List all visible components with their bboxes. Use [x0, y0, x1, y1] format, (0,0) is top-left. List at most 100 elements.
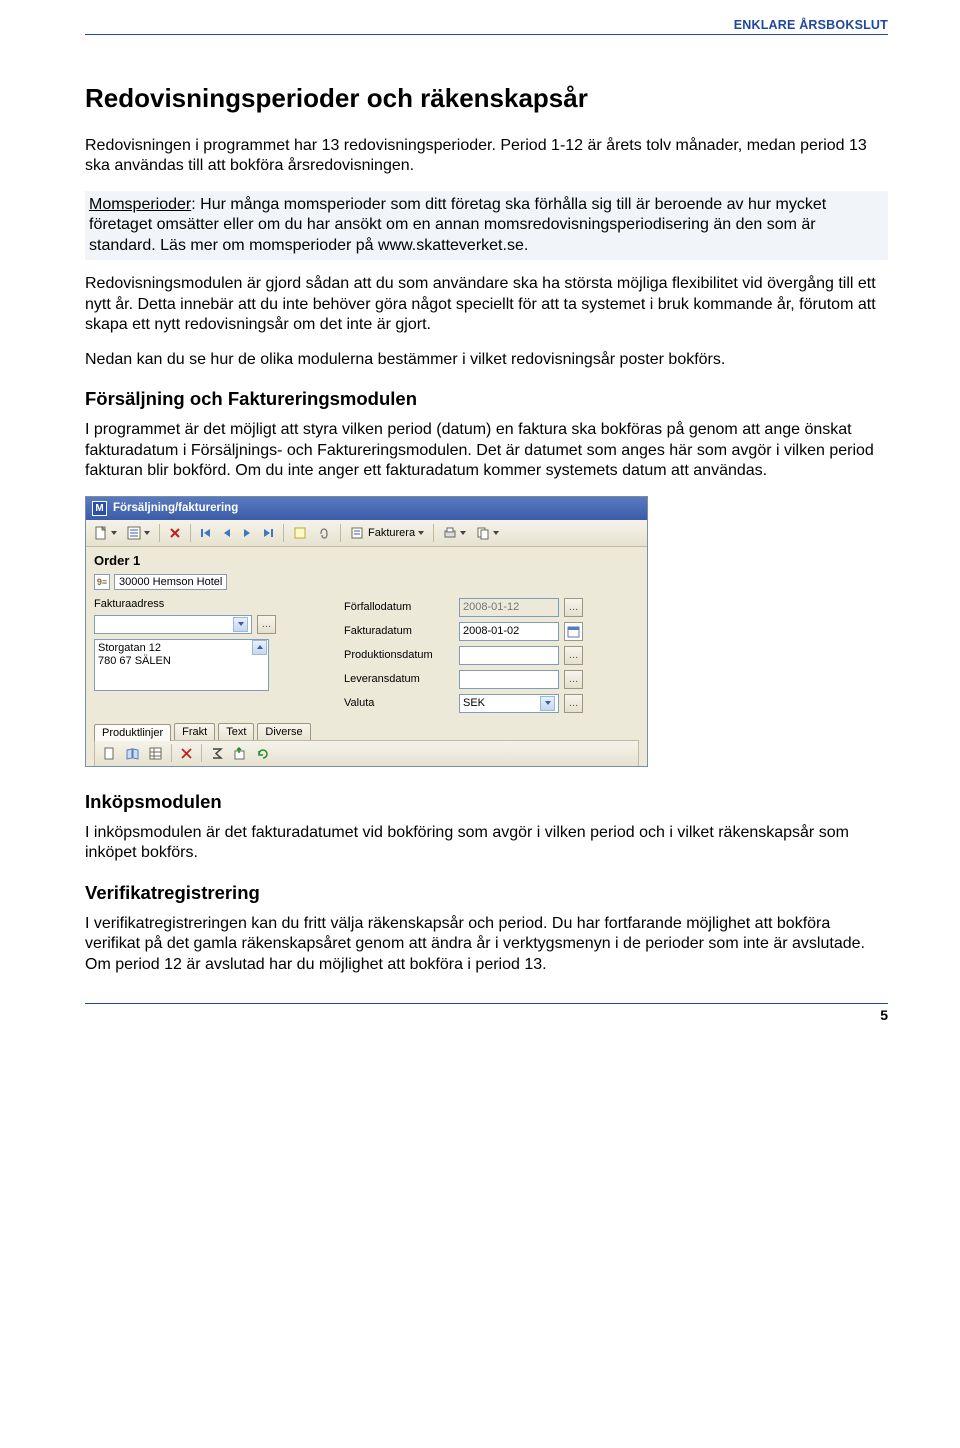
callout-momsperioder: Momsperioder: Hur många momsperioder som… [85, 191, 888, 260]
grid-icon [149, 747, 162, 760]
new-button[interactable] [90, 523, 121, 543]
tab-row: Produktlinjer Frakt Text Diverse [94, 723, 639, 740]
scroll-up-icon[interactable] [252, 640, 267, 655]
chevron-down-icon [418, 531, 424, 535]
printer-icon [443, 526, 457, 540]
customer-icon: 9≡ [94, 574, 110, 590]
paperclip-icon [317, 526, 331, 540]
ellipsis-button[interactable]: … [257, 615, 276, 634]
new-page-icon [103, 747, 116, 760]
order-number: Order 1 [94, 553, 140, 568]
export-icon [233, 747, 246, 760]
document-page: ENKLARE ÅRSBOKSLUT Redovisningsperioder … [0, 0, 960, 1053]
last-record-button[interactable] [258, 524, 278, 542]
valuta-combo[interactable]: SEK [459, 694, 559, 713]
ellipsis-button[interactable]: … [564, 670, 583, 689]
toolbar-separator [433, 524, 434, 542]
flexibility-paragraph: Redovisningsmodulen är gjord sådan att d… [85, 274, 888, 335]
new-line-button[interactable] [99, 744, 120, 763]
sum-button[interactable] [207, 744, 227, 763]
toolbar-separator [340, 524, 341, 542]
customer-field[interactable]: 30000 Hemson Hotel [114, 574, 227, 590]
chevron-down-icon [233, 617, 248, 632]
tab-frakt[interactable]: Frakt [174, 723, 215, 740]
refresh-button[interactable] [252, 744, 273, 763]
copy-icon [476, 526, 490, 540]
callout-lead: Momsperioder [89, 196, 191, 213]
list-button[interactable] [123, 523, 154, 543]
app-window: M Försäljning/fakturering [85, 496, 648, 767]
notes-button[interactable] [289, 523, 311, 543]
fakturaadress-label: Fakturaadress [94, 598, 324, 610]
prev-icon [222, 527, 232, 539]
calendar-button[interactable] [564, 622, 583, 641]
copy-button[interactable] [472, 523, 503, 543]
chevron-down-icon [144, 531, 150, 535]
first-icon [200, 527, 212, 539]
modules-paragraph: Nedan kan du se hur de olika modulerna b… [85, 350, 888, 370]
delete-line-button[interactable] [177, 745, 196, 762]
fakturadatum-label: Fakturadatum [344, 625, 454, 637]
toolbar-separator [190, 524, 191, 542]
app-title: Försäljning/fakturering [113, 502, 238, 514]
toolbar-separator [283, 524, 284, 542]
next-icon [242, 527, 252, 539]
print-button[interactable] [439, 523, 470, 543]
tab-text[interactable]: Text [218, 723, 254, 740]
book-icon [126, 747, 139, 760]
form-grid: Fakturaadress … Förf [94, 598, 639, 713]
chevron-down-icon [460, 531, 466, 535]
calendar-icon [567, 625, 580, 638]
toolbar-separator [159, 524, 160, 542]
leveransdatum-field[interactable] [459, 670, 559, 689]
fakturera-label: Fakturera [368, 527, 415, 539]
attach-button[interactable] [313, 523, 335, 543]
export-button[interactable] [229, 744, 250, 763]
grid-button[interactable] [145, 744, 166, 763]
ellipsis-button[interactable]: … [564, 646, 583, 665]
voucher-paragraph: I verifikatregistreringen kan du fritt v… [85, 914, 888, 975]
purchase-module-heading: Inköpsmodulen [85, 791, 888, 813]
address-textarea[interactable] [94, 639, 269, 691]
valuta-label: Valuta [344, 697, 454, 709]
refresh-icon [256, 747, 269, 760]
fakturera-button[interactable]: Fakturera [346, 523, 428, 543]
app-toolbar: Fakturera [86, 520, 647, 547]
running-header: ENKLARE ÅRSBOKSLUT [85, 18, 888, 35]
app-content: Order 1 9≡ 30000 Hemson Hotel Fakturaadr… [86, 547, 647, 766]
x-icon [181, 748, 192, 759]
produktionsdatum-label: Produktionsdatum [344, 649, 454, 661]
fakturadatum-field[interactable] [459, 622, 559, 641]
list-icon [127, 526, 141, 540]
forfallodatum-field[interactable] [459, 598, 559, 617]
toolbar-separator [171, 744, 172, 762]
first-record-button[interactable] [196, 524, 216, 542]
delete-button[interactable] [165, 524, 185, 542]
open-line-button[interactable] [122, 744, 143, 763]
next-record-button[interactable] [238, 524, 256, 542]
page-title: Redovisningsperioder och räkenskapsår [85, 83, 888, 114]
toolbar-separator [201, 744, 202, 762]
last-icon [262, 527, 274, 539]
voucher-heading: Verifikatregistrering [85, 882, 888, 904]
produktionsdatum-field[interactable] [459, 646, 559, 665]
valuta-value: SEK [463, 697, 485, 709]
ellipsis-button[interactable]: … [564, 598, 583, 617]
invoice-icon [350, 526, 364, 540]
tab-produktlinjer[interactable]: Produktlinjer [94, 724, 171, 741]
app-icon: M [92, 501, 107, 516]
sigma-icon [211, 747, 223, 760]
forfallodatum-label: Förfallodatum [344, 601, 454, 613]
page-number: 5 [85, 1003, 888, 1023]
new-page-icon [94, 526, 108, 540]
tab-diverse[interactable]: Diverse [257, 723, 310, 740]
x-icon [169, 527, 181, 539]
sales-paragraph: I programmet är det möjligt att styra vi… [85, 420, 888, 481]
app-titlebar: M Försäljning/fakturering [86, 497, 647, 520]
leveransdatum-label: Leveransdatum [344, 673, 454, 685]
prev-record-button[interactable] [218, 524, 236, 542]
note-icon [293, 526, 307, 540]
ellipsis-button[interactable]: … [564, 694, 583, 713]
sales-module-heading: Försäljning och Faktureringsmodulen [85, 388, 888, 410]
fakturaadress-combo[interactable] [94, 615, 252, 634]
